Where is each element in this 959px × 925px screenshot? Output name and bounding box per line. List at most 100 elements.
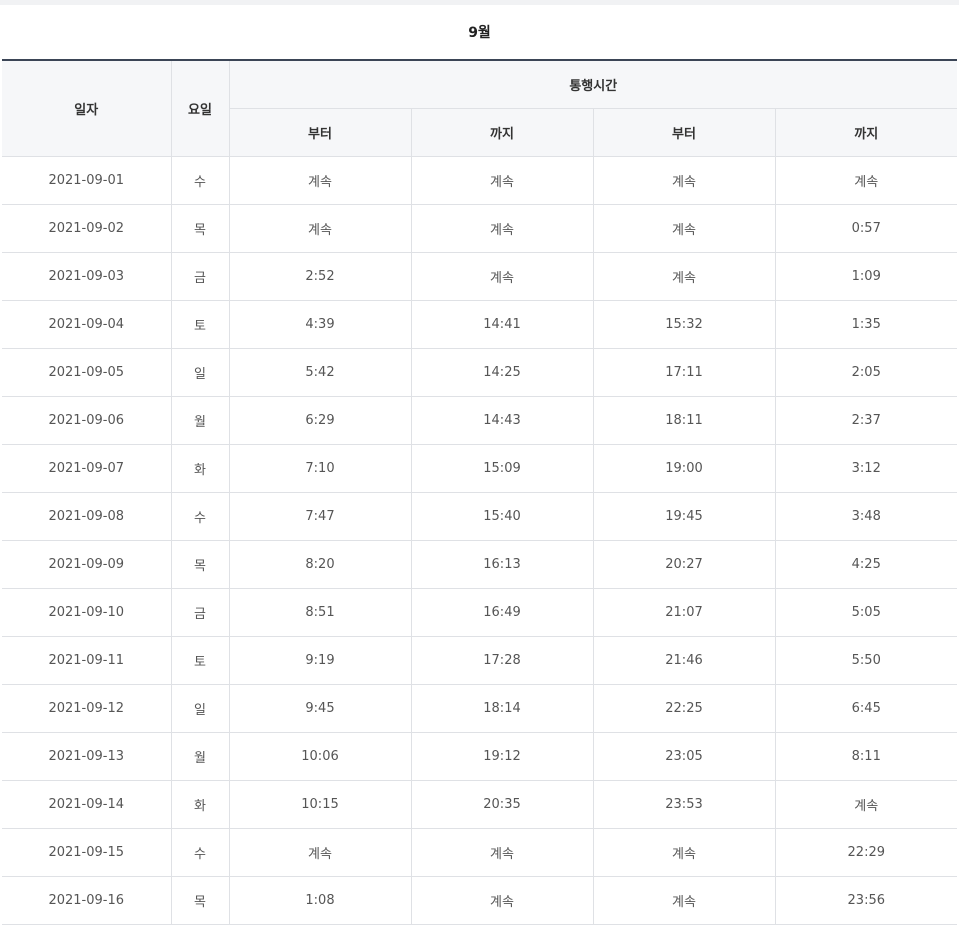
cell-date: 2021-09-13 — [2, 732, 171, 781]
cell-date: 2021-09-08 — [2, 492, 171, 541]
cell-weekday: 수 — [170, 492, 229, 541]
cell-to-1: 계속 — [410, 828, 593, 877]
cell-to-1: 17:28 — [410, 636, 593, 685]
cell-to-1: 14:41 — [410, 300, 593, 349]
header-to-1: 까지 — [410, 108, 593, 157]
cell-date: 2021-09-04 — [2, 300, 171, 349]
cell-date: 2021-09-09 — [2, 540, 171, 589]
table-body: 2021-09-01 수 계속 계속 계속 계속 2021-09-02 목 계속 계속 계속 0:5… — [2, 156, 958, 925]
cell-to-2: 5:50 — [774, 636, 958, 685]
cell-date: 2021-09-06 — [2, 396, 171, 445]
cell-date: 2021-09-14 — [2, 780, 171, 829]
cell-to-2: 3:48 — [774, 492, 958, 541]
cell-weekday: 일 — [170, 348, 229, 397]
cell-weekday: 월 — [170, 396, 229, 445]
cell-from-1: 1:08 — [228, 876, 411, 925]
cell-from-2: 23:05 — [592, 732, 775, 781]
cell-weekday: 토 — [170, 300, 229, 349]
cell-date: 2021-09-10 — [2, 588, 171, 637]
cell-weekday: 금 — [170, 252, 229, 301]
cell-date: 2021-09-07 — [2, 444, 171, 493]
cell-from-1: 계속 — [228, 156, 411, 205]
table-row: 2021-09-03 금 2:52 계속 계속 1:09 — [2, 252, 958, 301]
cell-weekday: 목 — [170, 540, 229, 589]
cell-to-2: 계속 — [774, 780, 958, 829]
cell-from-2: 20:27 — [592, 540, 775, 589]
cell-from-2: 계속 — [592, 156, 775, 205]
header-from-2: 부터 — [592, 108, 775, 157]
month-title: 9월 — [468, 25, 491, 41]
cell-date: 2021-09-15 — [2, 828, 171, 877]
cell-from-2: 계속 — [592, 876, 775, 925]
cell-from-1: 8:20 — [228, 540, 411, 589]
table-row: 2021-09-08 수 7:47 15:40 19:45 3:48 — [2, 492, 958, 541]
cell-from-1: 계속 — [228, 204, 411, 253]
table-row: 2021-09-07 화 7:10 15:09 19:00 3:12 — [2, 444, 958, 493]
cell-to-1: 계속 — [410, 204, 593, 253]
cell-to-2: 5:05 — [774, 588, 958, 637]
table-row: 2021-09-12 일 9:45 18:14 22:25 6:45 — [2, 684, 958, 733]
cell-from-1: 6:29 — [228, 396, 411, 445]
cell-to-1: 15:09 — [410, 444, 593, 493]
cell-from-2: 21:07 — [592, 588, 775, 637]
cell-to-1: 20:35 — [410, 780, 593, 829]
cell-to-1: 18:14 — [410, 684, 593, 733]
page: 9월 일자 요일 통행시간 부터 까지 부터 까지 2021-09-01 수 계속 — [0, 0, 959, 925]
header-weekday: 요일 — [170, 60, 229, 157]
cell-from-2: 계속 — [592, 204, 775, 253]
cell-to-1: 계속 — [410, 156, 593, 205]
table-row: 2021-09-15 수 계속 계속 계속 22:29 — [2, 828, 958, 877]
table-row: 2021-09-04 토 4:39 14:41 15:32 1:35 — [2, 300, 958, 349]
cell-to-2: 3:12 — [774, 444, 958, 493]
table-row: 2021-09-10 금 8:51 16:49 21:07 5:05 — [2, 588, 958, 637]
cell-to-2: 4:25 — [774, 540, 958, 589]
table-row: 2021-09-13 월 10:06 19:12 23:05 8:11 — [2, 732, 958, 781]
cell-to-2: 22:29 — [774, 828, 958, 877]
cell-to-2: 0:57 — [774, 204, 958, 253]
header-passage-time: 통행시간 — [228, 60, 958, 109]
table-row: 2021-09-09 목 8:20 16:13 20:27 4:25 — [2, 540, 958, 589]
cell-weekday: 목 — [170, 876, 229, 925]
cell-to-2: 계속 — [774, 156, 958, 205]
cell-from-2: 19:00 — [592, 444, 775, 493]
cell-from-2: 계속 — [592, 828, 775, 877]
cell-weekday: 수 — [170, 156, 229, 205]
cell-from-1: 9:45 — [228, 684, 411, 733]
cell-weekday: 일 — [170, 684, 229, 733]
table-row: 2021-09-02 목 계속 계속 계속 0:57 — [2, 204, 958, 253]
table-row: 2021-09-06 월 6:29 14:43 18:11 2:37 — [2, 396, 958, 445]
cell-to-2: 1:35 — [774, 300, 958, 349]
cell-to-2: 2:37 — [774, 396, 958, 445]
cell-weekday: 토 — [170, 636, 229, 685]
cell-to-1: 15:40 — [410, 492, 593, 541]
table-row: 2021-09-01 수 계속 계속 계속 계속 — [2, 156, 958, 205]
cell-date: 2021-09-11 — [2, 636, 171, 685]
cell-to-1: 16:13 — [410, 540, 593, 589]
cell-weekday: 목 — [170, 204, 229, 253]
cell-from-2: 22:25 — [592, 684, 775, 733]
cell-weekday: 화 — [170, 444, 229, 493]
table-row: 2021-09-16 목 1:08 계속 계속 23:56 — [2, 876, 958, 925]
header-to-2: 까지 — [774, 108, 958, 157]
cell-from-1: 9:19 — [228, 636, 411, 685]
cell-from-2: 23:53 — [592, 780, 775, 829]
cell-date: 2021-09-05 — [2, 348, 171, 397]
cell-to-1: 계속 — [410, 876, 593, 925]
cell-from-2: 21:46 — [592, 636, 775, 685]
cell-weekday: 월 — [170, 732, 229, 781]
header-from-1: 부터 — [228, 108, 411, 157]
cell-date: 2021-09-02 — [2, 204, 171, 253]
cell-weekday: 수 — [170, 828, 229, 877]
cell-from-1: 5:42 — [228, 348, 411, 397]
cell-from-1: 2:52 — [228, 252, 411, 301]
cell-to-1: 14:25 — [410, 348, 593, 397]
cell-from-1: 계속 — [228, 828, 411, 877]
header-row: 일자 요일 통행시간 — [2, 60, 958, 157]
cell-to-1: 14:43 — [410, 396, 593, 445]
cell-to-2: 23:56 — [774, 876, 958, 925]
table-row: 2021-09-05 일 5:42 14:25 17:11 2:05 — [2, 348, 958, 397]
cell-weekday: 금 — [170, 588, 229, 637]
cell-from-2: 계속 — [592, 252, 775, 301]
table-row: 2021-09-11 토 9:19 17:28 21:46 5:50 — [2, 636, 958, 685]
cell-to-2: 1:09 — [774, 252, 958, 301]
